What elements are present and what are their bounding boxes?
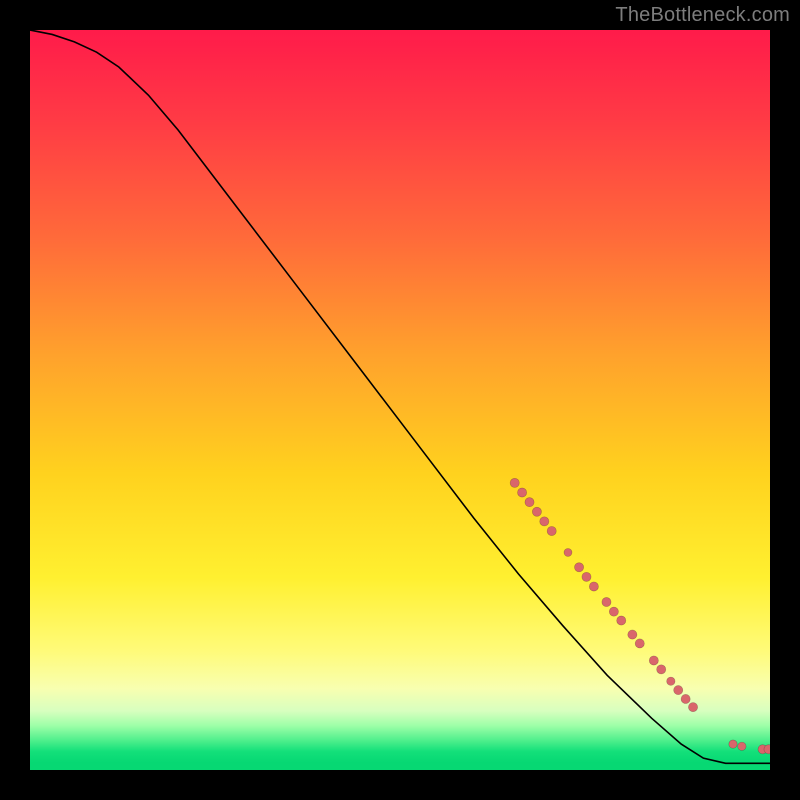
data-marker — [657, 665, 666, 674]
data-marker — [602, 597, 611, 606]
markers-group — [510, 478, 770, 754]
data-marker — [532, 507, 541, 516]
data-marker — [574, 563, 583, 572]
data-marker — [628, 630, 637, 639]
data-marker — [540, 517, 549, 526]
chart-stage: TheBottleneck.com — [0, 0, 800, 800]
data-marker — [617, 616, 626, 625]
data-marker — [635, 639, 644, 648]
data-marker — [525, 498, 534, 507]
data-marker — [547, 526, 556, 535]
data-marker — [738, 742, 746, 750]
chart-svg — [30, 30, 770, 770]
data-marker — [681, 694, 690, 703]
watermark-label: TheBottleneck.com — [615, 4, 790, 27]
data-marker — [564, 548, 572, 556]
data-marker — [764, 745, 770, 754]
data-marker — [649, 656, 658, 665]
plot-area — [30, 30, 770, 770]
data-marker — [582, 572, 591, 581]
data-marker — [729, 740, 737, 748]
data-marker — [688, 703, 697, 712]
data-marker — [667, 677, 675, 685]
data-marker — [609, 607, 618, 616]
data-marker — [510, 478, 519, 487]
data-marker — [518, 488, 527, 497]
data-marker — [674, 685, 683, 694]
data-marker — [589, 582, 598, 591]
trend-curve — [30, 30, 770, 763]
